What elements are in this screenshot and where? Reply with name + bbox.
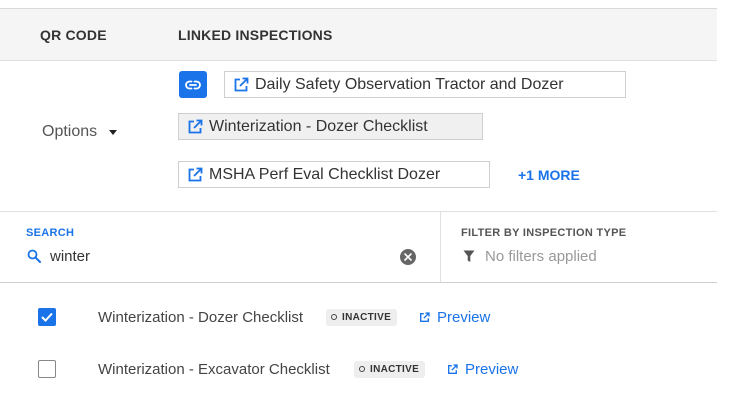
status-dot-icon [359, 366, 365, 372]
status-badge: INACTIVE [354, 360, 426, 378]
divider [0, 282, 717, 283]
item-name: Winterization - Excavator Checklist [98, 360, 330, 378]
status-dot-icon [331, 314, 337, 320]
filter-label: FILTER BY INSPECTION TYPE [461, 227, 627, 239]
status-badge-label: INACTIVE [342, 311, 392, 323]
more-link[interactable]: +1 MORE [518, 167, 580, 183]
link-icon [185, 80, 201, 89]
list-item: Winterization - Excavator Checklist INAC… [0, 354, 717, 384]
linked-inspection-chip[interactable]: MSHA Perf Eval Checklist Dozer [178, 161, 490, 188]
divider [0, 211, 717, 212]
row-checkbox[interactable] [38, 308, 56, 326]
chip-label: MSHA Perf Eval Checklist Dozer [209, 165, 441, 183]
options-dropdown[interactable]: Options [42, 123, 118, 141]
external-link-icon [447, 363, 458, 375]
search-icon [27, 249, 41, 268]
filter-placeholder: No filters applied [485, 248, 597, 265]
external-link-icon [187, 167, 203, 183]
external-link-icon [187, 119, 203, 135]
row-checkbox[interactable] [38, 360, 56, 378]
top-border [0, 0, 717, 9]
column-header-linked-inspections: LINKED INSPECTIONS [178, 27, 333, 43]
chip-label: Daily Safety Observation Tractor and Doz… [255, 75, 564, 93]
table-header: QR CODE LINKED INSPECTIONS [0, 9, 717, 61]
clear-icon[interactable] [400, 249, 416, 265]
preview-link[interactable]: Preview [447, 361, 518, 378]
search-input[interactable] [50, 246, 380, 266]
checkmark-icon [41, 312, 53, 322]
preview-label: Preview [465, 360, 519, 378]
external-link-icon [419, 311, 430, 323]
item-name: Winterization - Dozer Checklist [98, 308, 304, 326]
preview-link[interactable]: Preview [419, 309, 490, 326]
options-label: Options [42, 123, 98, 140]
search-label: SEARCH [26, 227, 75, 239]
external-link-icon [233, 77, 249, 93]
chip-label: Winterization - Dozer Checklist [209, 117, 428, 135]
filter-select[interactable]: No filters applied [463, 248, 597, 265]
list-item: Winterization - Dozer Checklist INACTIVE… [0, 302, 717, 332]
caret-down-icon [109, 129, 118, 135]
link-inspection-button[interactable] [179, 71, 207, 98]
status-badge-label: INACTIVE [370, 363, 420, 375]
preview-label: Preview [437, 308, 491, 326]
divider [440, 212, 441, 282]
column-header-qr-code: QR CODE [40, 27, 107, 43]
linked-inspection-chip[interactable]: Daily Safety Observation Tractor and Doz… [224, 71, 626, 98]
status-badge: INACTIVE [326, 308, 398, 326]
linked-inspection-chip[interactable]: Winterization - Dozer Checklist [178, 113, 483, 140]
filter-icon [463, 250, 475, 263]
